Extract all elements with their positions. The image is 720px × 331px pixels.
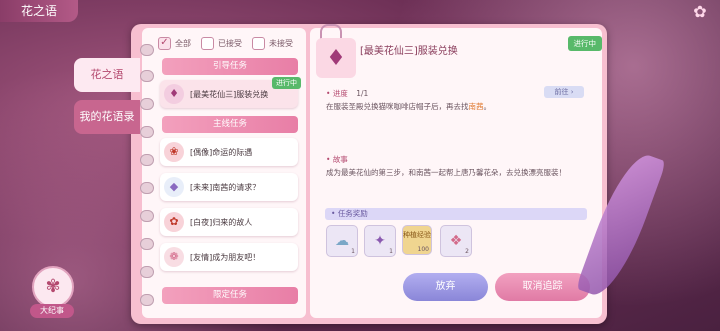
page-title: 花之语: [0, 0, 78, 22]
status-badge: 进行中: [567, 36, 602, 51]
top-bar: 花之语 ✿: [0, 0, 720, 22]
progress-label: • 进度 1/1: [326, 89, 369, 98]
quest-item[interactable]: ❁ [友情]成为朋友吧！: [160, 243, 298, 271]
quest-item[interactable]: ✿ [白夜]归来的故人: [160, 208, 298, 236]
filter-label: 未接受: [269, 38, 293, 48]
quest-label: [最美花仙三]服装兑换: [190, 89, 269, 99]
filter-label: 已接受: [218, 38, 242, 48]
binder-ring: [140, 238, 154, 250]
quest-label: [偶像]命运的际遇: [190, 147, 253, 157]
reward-label: 任务奖励: [337, 209, 368, 218]
story-label: • 故事: [326, 155, 348, 164]
chronicle-label[interactable]: 大纪事: [30, 304, 74, 318]
filter-bar: ✓ 全部 已接受 未接受: [158, 34, 293, 52]
filter-not-accepted[interactable]: 未接受: [252, 36, 293, 50]
reward-count: 1: [389, 248, 393, 255]
tab-my-quotes[interactable]: 我的花语录: [74, 100, 140, 134]
bow-icon[interactable]: ✦ 1: [364, 225, 396, 257]
goto-button[interactable]: 前往 ›: [544, 86, 584, 98]
story-text: 成为最美花仙的第三步，和南茜一起帮上唐乃馨花朵，去兑换漂亮服装！: [326, 168, 566, 177]
binder-ring: [140, 210, 154, 222]
filter-accepted[interactable]: 已接受: [201, 36, 242, 50]
binder-ring: [140, 70, 154, 82]
binder-ring: [140, 126, 154, 138]
gem-icon[interactable]: ❖ 2: [440, 225, 472, 257]
npc-name: 南茜: [468, 102, 484, 111]
checkbox-icon[interactable]: [201, 36, 214, 50]
quest-item[interactable]: ❀ [偶像]命运的际遇: [160, 138, 298, 166]
cloth-icon[interactable]: ☁ 1: [326, 225, 358, 257]
binder-ring: [140, 294, 154, 306]
quest-label: [友情]成为朋友吧！: [190, 252, 261, 262]
dress-icon: ♦: [164, 84, 184, 104]
filter-label: 全部: [175, 38, 191, 48]
binder-ring: [140, 44, 154, 56]
detail-title: [最美花仙三]服装兑换: [360, 46, 458, 57]
progress-text-pre: 在服装圣殿兑换猫咪咖啡店帽子后，再去找: [326, 102, 469, 111]
reward-item-text: 种植经验: [403, 231, 431, 239]
checkbox-icon[interactable]: [252, 36, 265, 50]
section-guide[interactable]: 引导任务: [162, 58, 298, 75]
flower-icon[interactable]: ✿: [690, 2, 710, 22]
medal-icon[interactable]: 种植经验 100: [402, 225, 432, 255]
reward-count: 2: [465, 248, 469, 255]
binder-ring: [140, 266, 154, 278]
untrack-button[interactable]: 取消追踪: [495, 273, 590, 301]
tab-flower-language[interactable]: 花之语: [74, 58, 140, 92]
section-limited[interactable]: 限定任务: [162, 287, 298, 304]
progress-value: 1/1: [356, 89, 369, 98]
section-main[interactable]: 主线任务: [162, 116, 298, 133]
reward-count: 1: [351, 248, 355, 255]
checkbox-checked-icon[interactable]: ✓: [158, 36, 171, 50]
goto-label: 前往: [554, 88, 569, 96]
binder-ring: [140, 182, 154, 194]
rose-icon: ❀: [164, 142, 184, 162]
blossom-icon: ❁: [164, 247, 184, 267]
flower-icon: ✿: [164, 212, 184, 232]
progress-label-text: 进度: [332, 89, 348, 98]
binder-ring: [140, 98, 154, 110]
quest-item[interactable]: ◆ [未来]南茜的请求？: [160, 173, 298, 201]
reward-header: • 任务奖励: [325, 208, 587, 220]
crystal-icon: ◆: [164, 177, 184, 197]
dress-icon: ♦: [316, 38, 356, 78]
quest-item-selected[interactable]: ♦ [最美花仙三]服装兑换 进行中: [160, 77, 301, 108]
quest-label: [未来]南茜的请求？: [190, 182, 261, 192]
binder-ring: [140, 154, 154, 166]
progress-text-post: 。: [483, 102, 492, 111]
status-badge: 进行中: [272, 77, 301, 89]
story-label-text: 故事: [332, 155, 348, 164]
progress-text: 在服装圣殿兑换猫咪咖啡店帽子后，再去找南茜。: [326, 100, 576, 113]
reward-count: 100: [417, 246, 429, 253]
filter-all[interactable]: ✓ 全部: [158, 36, 191, 50]
chronicle-icon[interactable]: ✾: [32, 266, 74, 308]
quest-label: [白夜]归来的故人: [190, 217, 253, 227]
give-up-button[interactable]: 放弃: [403, 273, 488, 301]
